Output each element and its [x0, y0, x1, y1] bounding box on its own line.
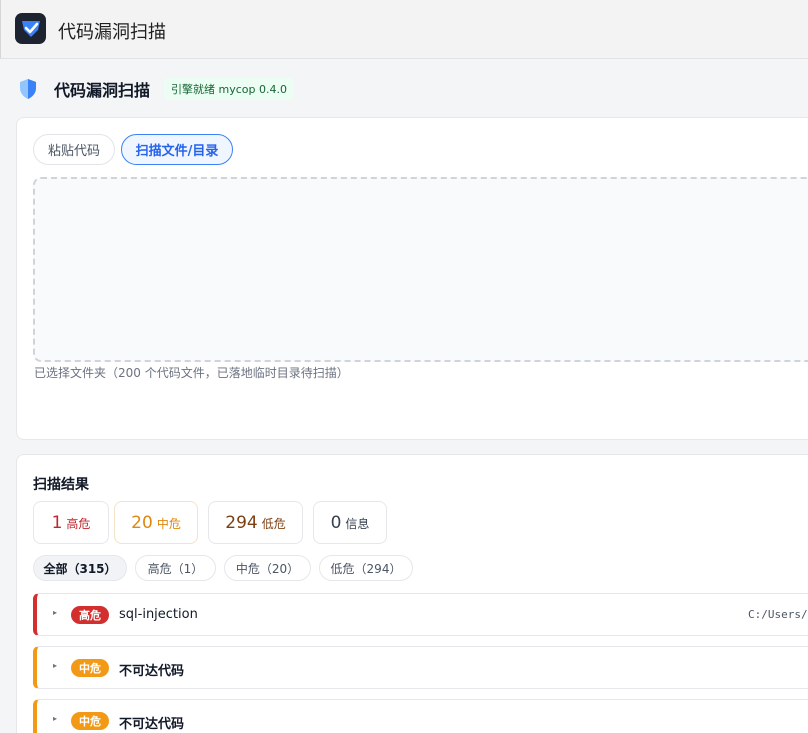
finding-row[interactable]: ▸ 中危 不可达代码 [33, 646, 808, 689]
finding-row[interactable]: ▸ 中危 不可达代码 [33, 699, 808, 733]
file-dropzone[interactable]: 或 [33, 177, 808, 362]
input-card: 粘贴代码 扫描文件/目录 或 已选择文件夹（200 个代码文件，已落地临时目录待… [16, 117, 808, 440]
finding-path: C:/Users/1 [748, 608, 808, 621]
expand-caret-icon[interactable]: ▸ [53, 608, 57, 617]
stat-high-count: 1 [51, 513, 63, 533]
finding-rule: 不可达代码 [119, 664, 185, 679]
title-bar: 代码漏洞扫描 [0, 0, 808, 59]
stat-low-label: 低危 [261, 517, 286, 531]
tab-scan-files[interactable]: 扫描文件/目录 [121, 134, 233, 165]
stat-high-label: 高危 [66, 517, 91, 531]
stat-medium-count: 20 [131, 513, 153, 533]
severity-badge: 高危 [71, 606, 109, 624]
stat-info-count: 0 [330, 513, 342, 533]
selected-folder-note: 已选择文件夹（200 个代码文件，已落地临时目录待扫描） [34, 366, 349, 380]
stat-info-label: 信息 [345, 517, 370, 531]
engine-status-badge: 引擎就绪 mycop 0.4.0 [164, 78, 294, 100]
stat-low[interactable]: 294 低危 [208, 501, 303, 544]
app-logo-icon [15, 13, 46, 44]
expand-caret-icon[interactable]: ▸ [53, 714, 57, 723]
severity-badge: 中危 [71, 712, 109, 730]
finding-rule: 不可达代码 [119, 717, 185, 732]
filter-high[interactable]: 高危（1） [135, 555, 216, 581]
results-title: 扫描结果 [33, 477, 89, 493]
filter-all[interactable]: 全部（315） [33, 555, 127, 581]
expand-caret-icon[interactable]: ▸ [53, 661, 57, 670]
filter-low[interactable]: 低危（294） [319, 555, 413, 581]
stat-medium-label: 中危 [156, 517, 181, 531]
finding-row[interactable]: ▸ 高危 sql-injection C:/Users/1 [33, 593, 808, 636]
results-card: 扫描结果 1 高危 20 中危 294 低危 0 信息 全部（315） 高危（1… [16, 454, 808, 733]
page-header: 代码漏洞扫描 引擎就绪 mycop 0.4.0 [18, 74, 294, 104]
finding-rule: sql-injection [119, 607, 198, 622]
filter-medium[interactable]: 中危（20） [224, 555, 311, 581]
tab-paste-code[interactable]: 粘贴代码 [33, 134, 115, 165]
window-title: 代码漏洞扫描 [58, 22, 166, 43]
page-title: 代码漏洞扫描 [54, 81, 151, 100]
shield-icon [20, 79, 36, 99]
stat-medium[interactable]: 20 中危 [114, 501, 198, 544]
stat-high[interactable]: 1 高危 [33, 501, 109, 544]
stat-info[interactable]: 0 信息 [313, 501, 387, 544]
severity-badge: 中危 [71, 659, 109, 677]
stat-low-count: 294 [225, 513, 258, 533]
